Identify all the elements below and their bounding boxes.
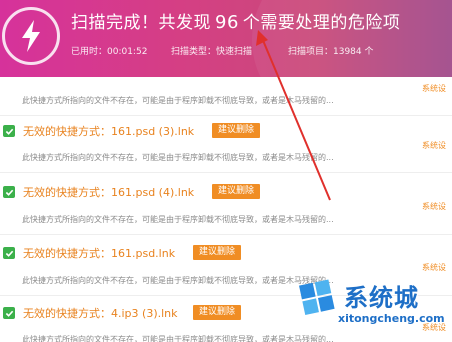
list-item: 无效的快捷方式：161.psd (3).lnk 建议删除 [0, 122, 452, 140]
list-item: 无效的快捷方式：161.psd.lnk 建议删除 [0, 244, 452, 262]
scan-stats: 已用时：00:01:52 扫描类型：快速扫描 扫描项目：13984 个 [71, 44, 374, 58]
suggest-delete-button[interactable]: 建议删除 [212, 184, 261, 199]
suggest-delete-button[interactable]: 建议删除 [212, 123, 261, 138]
separator [0, 115, 452, 116]
windows-logo-icon [299, 279, 335, 316]
suggest-delete-button[interactable]: 建议删除 [193, 245, 242, 260]
checkbox-checked-icon[interactable] [3, 247, 15, 259]
scan-result-header: 扫描完成！共发现 96 个需要处理的危险项 已用时：00:01:52 扫描类型：快速… [0, 0, 452, 77]
system-settings-link[interactable]: 系统设 [422, 83, 446, 94]
system-settings-link[interactable]: 系统设 [422, 262, 446, 273]
checkbox-checked-icon[interactable] [3, 186, 15, 198]
system-settings-link[interactable]: 系统设 [422, 201, 446, 212]
item-description: 此快捷方式所指向的文件不存在，可能是由于程序卸载不彻底导致，或者是木马残留的..… [22, 335, 334, 342]
item-title: 无效的快捷方式：161.psd.lnk [23, 247, 176, 260]
item-title: 无效的快捷方式：161.psd (3).lnk [23, 125, 195, 138]
title-suffix: 个需要处理的危险项 [242, 13, 401, 33]
separator [0, 234, 452, 235]
list-item: 无效的快捷方式：161.psd (4).lnk 建议删除 [0, 183, 452, 201]
system-settings-link[interactable]: 系统设 [422, 140, 446, 151]
elapsed-time: 已用时：00:01:52 [71, 47, 148, 57]
scan-items-count: 扫描项目：13984 个 [288, 47, 374, 57]
scan-type: 扫描类型：快速扫描 [171, 47, 253, 57]
item-description: 此快捷方式所指向的文件不存在，可能是由于程序卸载不彻底导致，或者是木马残留的..… [22, 153, 334, 162]
item-title: 无效的快捷方式：161.psd (4).lnk [23, 186, 195, 199]
title-prefix: 扫描完成！共发现 [71, 13, 211, 33]
item-description: 此快捷方式所指向的文件不存在，可能是由于程序卸载不彻底导致，或者是木马残留的..… [22, 96, 334, 105]
item-title: 无效的快捷方式：4.ip3 (3).lnk [23, 307, 178, 320]
item-description: 此快捷方式所指向的文件不存在，可能是由于程序卸载不彻底导致，或者是木马残留的..… [22, 276, 334, 285]
separator [0, 172, 452, 173]
watermark: 系统城 xitongcheng.com [296, 276, 452, 342]
checkbox-checked-icon[interactable] [3, 307, 15, 319]
checkbox-checked-icon[interactable] [3, 125, 15, 137]
suggest-delete-button[interactable]: 建议删除 [193, 305, 242, 320]
scan-result-title: 扫描完成！共发现 96 个需要处理的危险项 [71, 8, 400, 33]
danger-count: 96 [215, 12, 239, 33]
watermark-brand: 系统城 [344, 284, 419, 312]
item-description: 此快捷方式所指向的文件不存在，可能是由于程序卸载不彻底导致，或者是木马残留的..… [22, 215, 334, 224]
watermark-url: xitongcheng.com [338, 312, 445, 325]
lightning-icon [2, 7, 60, 65]
